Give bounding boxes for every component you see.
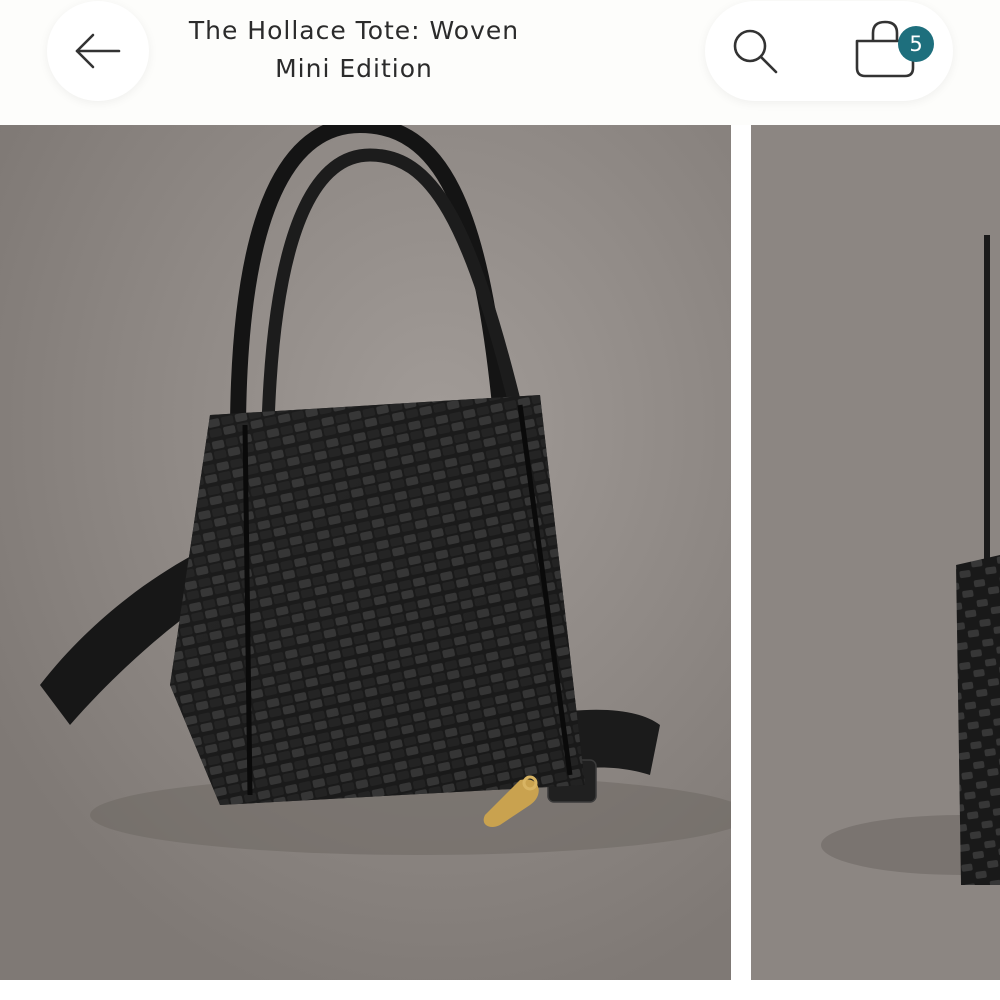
product-image-main[interactable] — [0, 125, 731, 980]
cart-button[interactable]: 5 — [847, 16, 937, 86]
top-bar: The Hollace Tote: Woven Mini Edition 5 — [0, 0, 1000, 125]
gallery-footer-spacer — [0, 980, 1000, 1000]
header-actions: 5 — [705, 1, 953, 101]
arrow-left-icon — [75, 33, 121, 69]
cart-count-badge: 5 — [898, 26, 934, 62]
product-photo — [0, 125, 731, 980]
back-button[interactable] — [47, 1, 149, 101]
product-title: The Hollace Tote: Woven Mini Edition — [188, 16, 520, 83]
search-button[interactable] — [725, 21, 785, 81]
product-photo-alt — [751, 125, 1000, 980]
search-icon — [733, 29, 778, 74]
product-image-next[interactable] — [751, 125, 1000, 980]
product-image-gallery[interactable] — [0, 125, 1000, 980]
